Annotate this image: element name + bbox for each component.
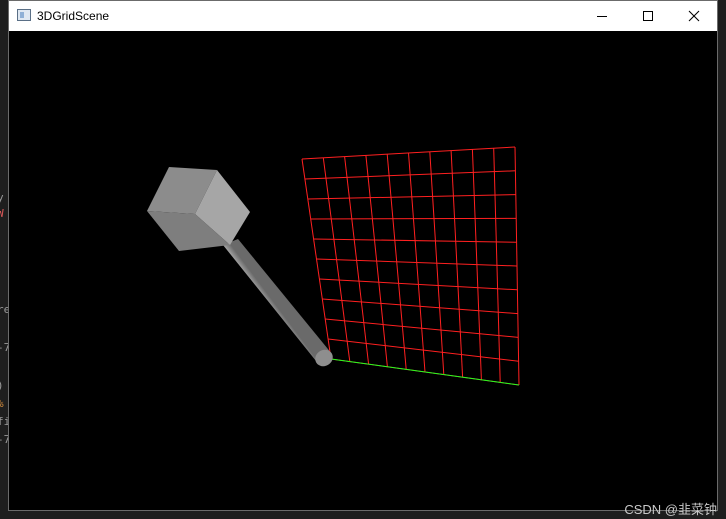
editor-fragment: y: [0, 191, 4, 204]
grid-line-horizontal: [328, 338, 519, 362]
editor-fragment: ): [0, 380, 4, 392]
window-title: 3DGridScene: [37, 9, 110, 23]
maximize-button[interactable]: [625, 1, 671, 31]
scene-canvas: [147, 146, 520, 386]
app-icon[interactable]: [17, 9, 31, 21]
wireframe-grid: [301, 146, 520, 386]
maximize-icon: [643, 11, 653, 21]
x-axis-line: [330, 358, 520, 386]
minimize-icon: [597, 16, 607, 17]
app-window: 3DGridScene: [8, 0, 718, 511]
close-button[interactable]: [671, 1, 717, 31]
editor-fragment: W: [0, 207, 4, 220]
cube: [147, 167, 250, 251]
title-bar[interactable]: 3DGridScene: [9, 1, 717, 31]
editor-fragment: %: [0, 398, 4, 410]
close-icon: [688, 10, 700, 22]
watermark: CSDN @韭菜钟: [624, 502, 717, 517]
minimize-button[interactable]: [579, 1, 625, 31]
3d-viewport[interactable]: [9, 31, 717, 510]
cylinder: [223, 239, 333, 367]
